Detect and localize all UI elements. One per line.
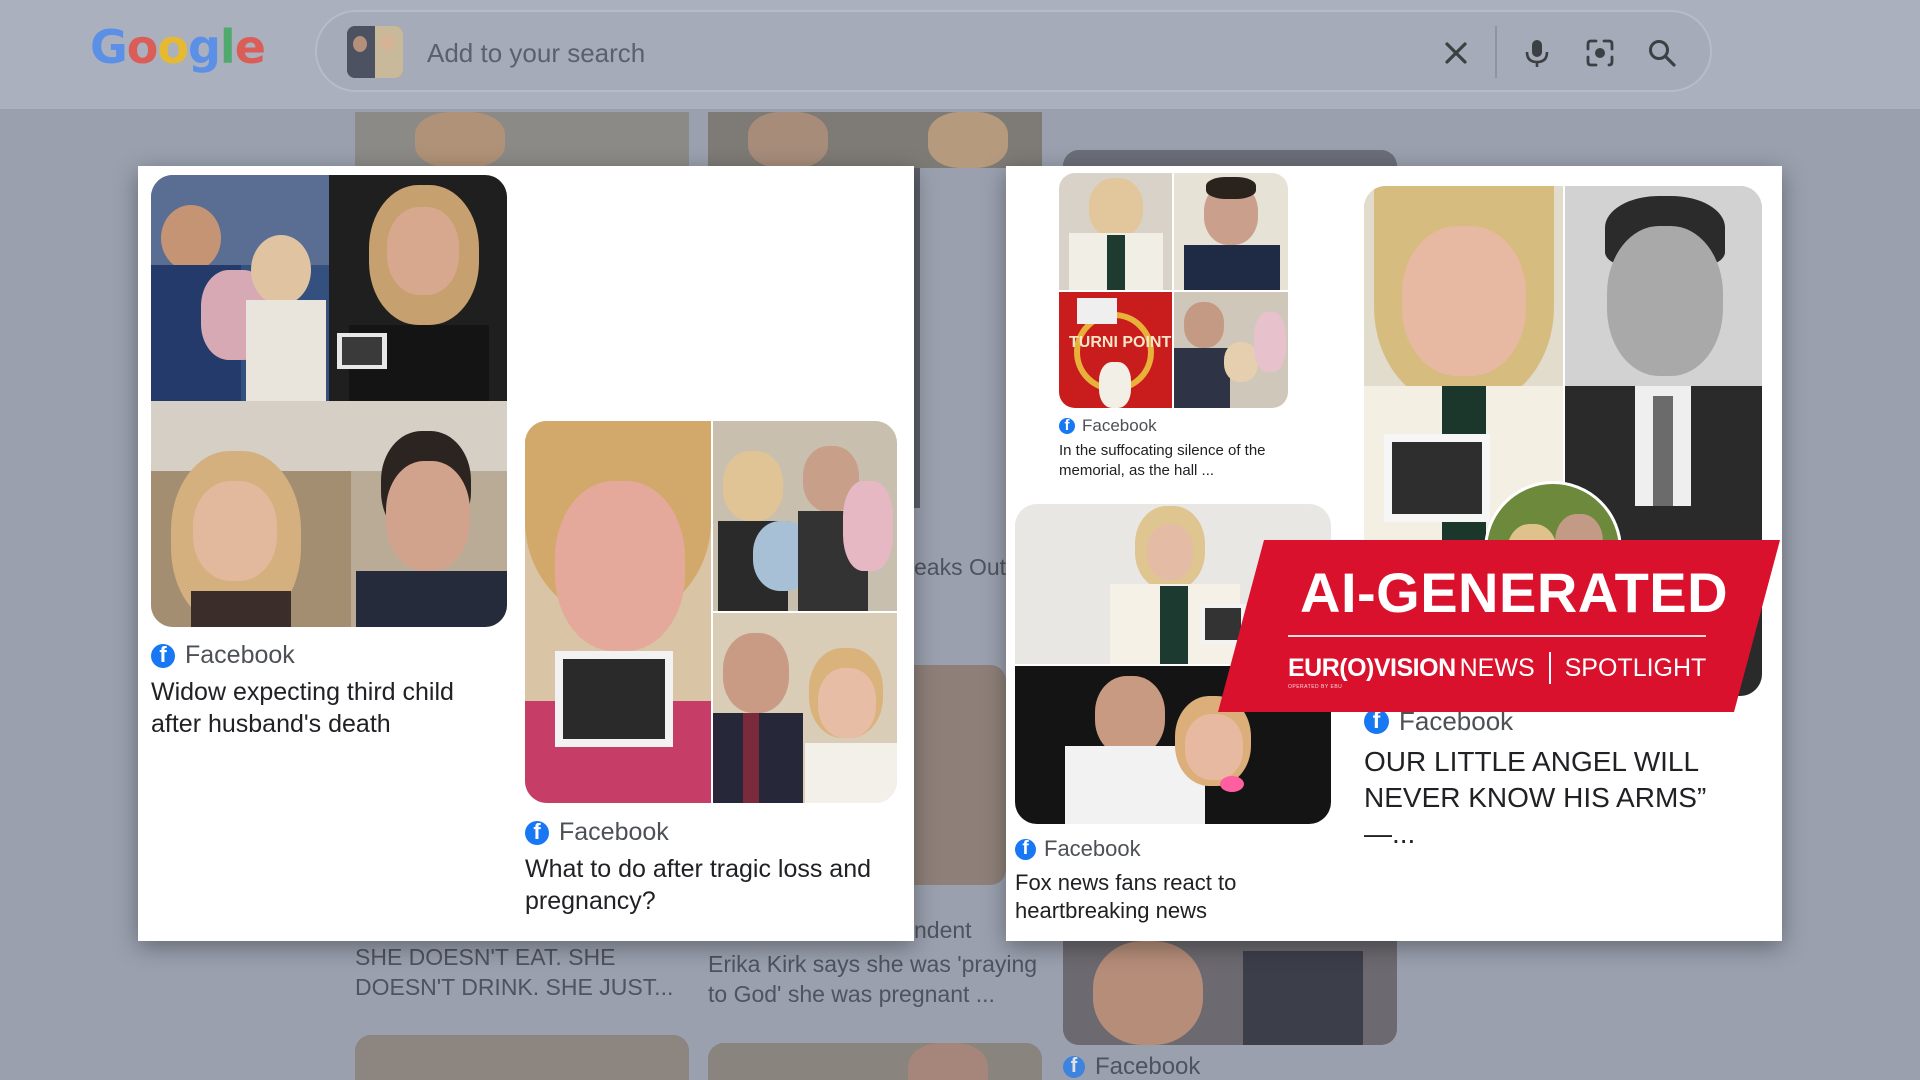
- collage-photo-crying-ultrasound: [329, 175, 507, 401]
- result-title[interactable]: What to do after tragic loss and pregnan…: [525, 853, 895, 917]
- google-logo-letter: o: [126, 20, 159, 74]
- result-title[interactable]: OUR LITTLE ANGEL WILL NEVER KNOW HIS ARM…: [1364, 744, 1764, 852]
- facebook-icon: f: [1015, 838, 1036, 860]
- brand-separator: [1548, 652, 1551, 684]
- result-source[interactable]: f Facebook: [1059, 416, 1157, 436]
- result-image-widow-collage[interactable]: [151, 175, 507, 627]
- collage-photo-family-home: [713, 421, 897, 611]
- google-logo[interactable]: Google: [90, 20, 266, 74]
- result-source[interactable]: f Facebook: [525, 818, 669, 847]
- google-logo-letter: g: [187, 20, 221, 74]
- brand-eurovision: EUR(O)VISION: [1288, 653, 1456, 682]
- ai-generated-banner: AI-GENERATED EUR(O)VISION NEWS SPOTLIGHT…: [1218, 540, 1780, 712]
- background-snippet: eaks Out: [914, 554, 1007, 580]
- search-icon[interactable]: [1645, 36, 1679, 70]
- collage-photo-white-suit: [1059, 173, 1172, 290]
- collage-photo-couple-smiling: [713, 613, 897, 803]
- source-label: Facebook: [1044, 836, 1141, 861]
- source-label: Facebook: [1095, 1053, 1201, 1080]
- result-source[interactable]: f Facebook: [1015, 836, 1141, 862]
- background-result-image[interactable]: [1063, 941, 1397, 1045]
- search-divider: [1495, 26, 1497, 78]
- collage-photo-turning-point: TURNI POINT: [1059, 292, 1172, 408]
- banner-divider: [1288, 635, 1706, 637]
- result-image-memorial-collage[interactable]: TURNI POINT: [1059, 173, 1288, 408]
- result-title[interactable]: Widow expecting third child after husban…: [151, 676, 491, 740]
- collage-photo-man-suit: [1174, 173, 1288, 290]
- clear-icon[interactable]: [1439, 36, 1473, 70]
- source-label: Facebook: [1082, 416, 1157, 435]
- background-result-image[interactable]: [708, 112, 1042, 168]
- google-logo-letter: l: [219, 20, 236, 74]
- search-image-thumbnail[interactable]: [347, 26, 403, 78]
- background-result-image[interactable]: [708, 1043, 1042, 1080]
- banner-title: AI-GENERATED: [1300, 561, 1729, 624]
- eurovision-news-spotlight-logo: EUR(O)VISION NEWS SPOTLIGHT: [1288, 652, 1706, 684]
- collage-photo-couple-selfie: [151, 401, 507, 627]
- facebook-icon: f: [151, 643, 175, 668]
- result-panel-left: f Facebook Widow expecting third child a…: [138, 166, 914, 941]
- result-title[interactable]: In the suffocating silence of the memori…: [1059, 441, 1294, 481]
- facebook-icon: f: [1063, 1056, 1085, 1078]
- result-source[interactable]: f Facebook: [151, 641, 295, 670]
- collage-photo-family: [1174, 292, 1288, 408]
- google-logo-letter: o: [157, 20, 189, 74]
- lens-icon[interactable]: [1583, 36, 1617, 70]
- facebook-icon: f: [525, 820, 549, 845]
- brand-spotlight: SPOTLIGHT: [1564, 653, 1707, 682]
- turning-point-sign-text: TURNI POINT: [1069, 334, 1172, 351]
- background-result-image[interactable]: [355, 112, 689, 168]
- source-label: Facebook: [559, 818, 669, 846]
- background-result-image[interactable]: [914, 665, 1006, 885]
- background-source[interactable]: f Facebook: [1063, 1053, 1200, 1080]
- background-caption[interactable]: Erika Kirk says she was 'praying to God'…: [708, 949, 1037, 1009]
- result-title[interactable]: Fox news fans react to heartbreaking new…: [1015, 869, 1325, 925]
- google-logo-letter: G: [90, 20, 128, 74]
- search-bar[interactable]: Add to your search: [315, 10, 1712, 92]
- background-snippet: ndent: [914, 917, 972, 943]
- result-image-tragic-loss-collage[interactable]: [525, 421, 897, 803]
- brand-operator: OPERATED BY EBU: [1288, 684, 1343, 690]
- background-result-image[interactable]: [355, 1035, 689, 1080]
- facebook-icon: f: [1364, 709, 1389, 734]
- google-logo-letter: e: [234, 20, 266, 74]
- collage-photo-stadium-family: [151, 175, 329, 401]
- search-input[interactable]: Add to your search: [427, 38, 645, 69]
- background-caption[interactable]: SHE DOESN'T EAT. SHE DOESN'T DRINK. SHE …: [355, 942, 673, 1002]
- microphone-icon[interactable]: [1520, 36, 1554, 70]
- background-result-image[interactable]: [1063, 150, 1397, 166]
- brand-news: NEWS: [1459, 653, 1535, 682]
- facebook-icon: f: [1059, 418, 1075, 434]
- collage-photo-crying-woman: [525, 421, 711, 803]
- source-label: Facebook: [185, 641, 295, 669]
